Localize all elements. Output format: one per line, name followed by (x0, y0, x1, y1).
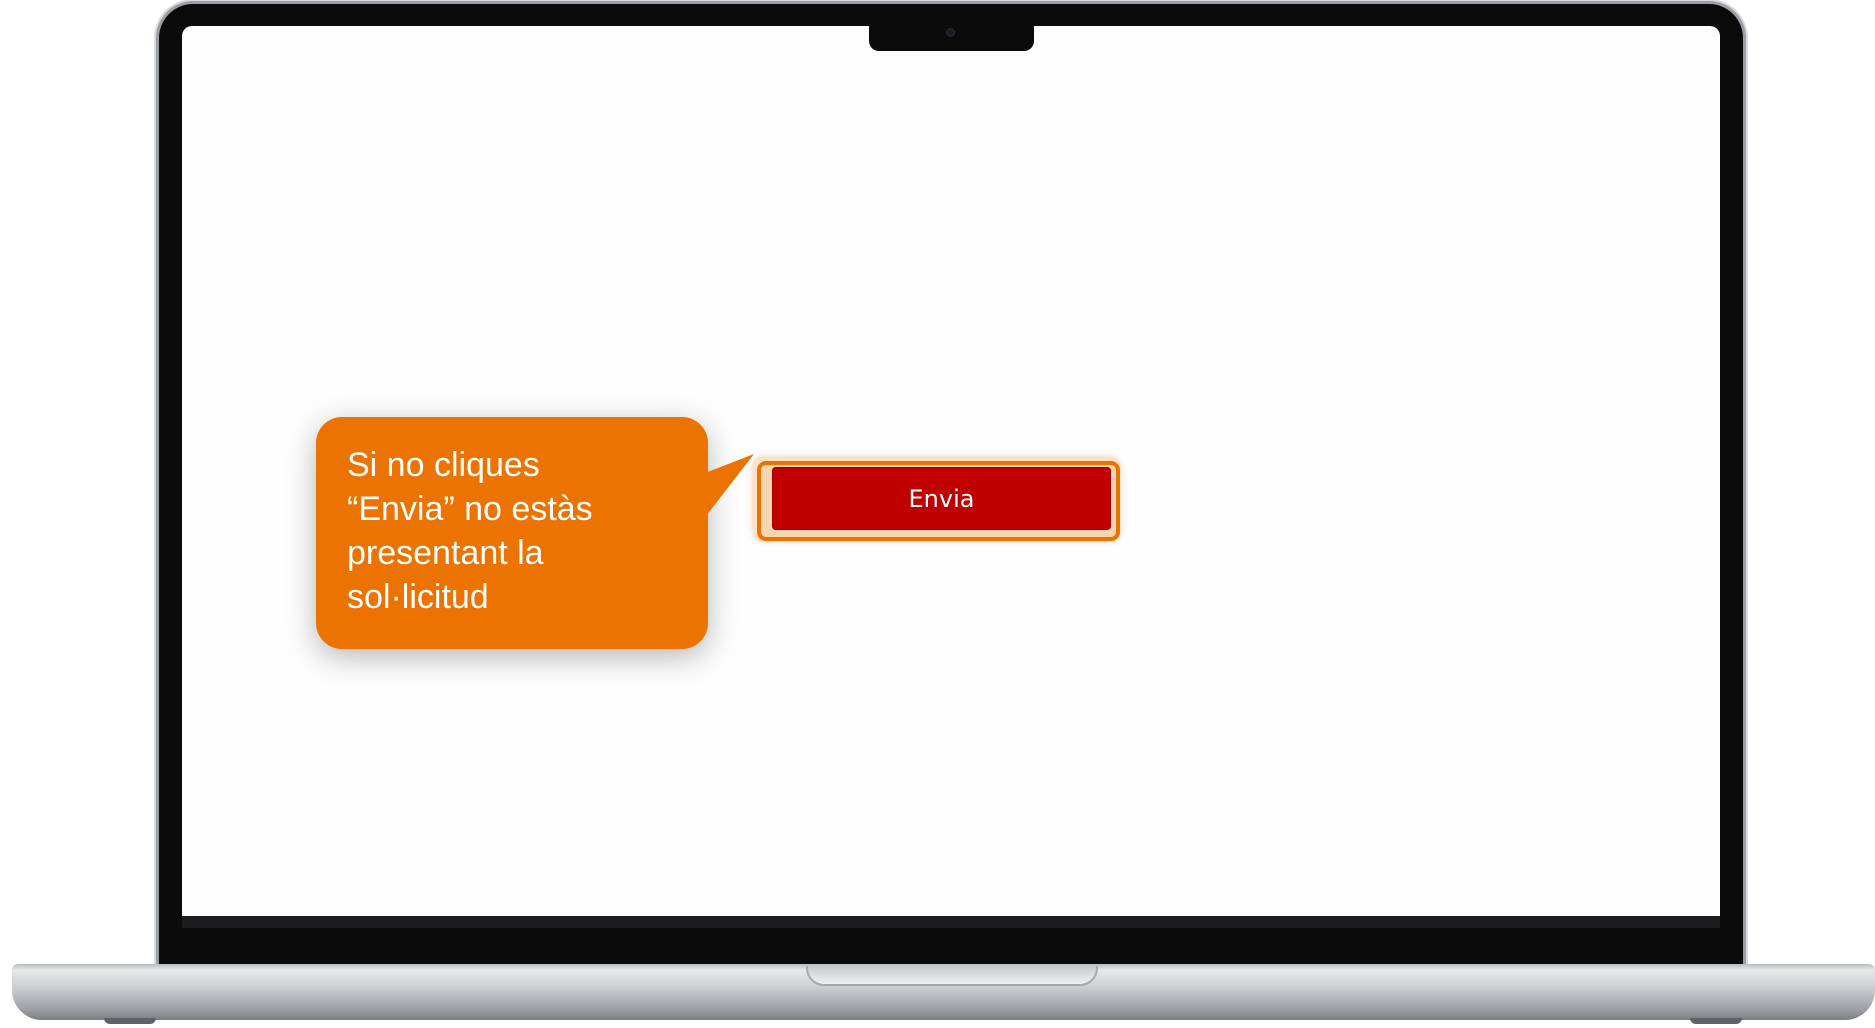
laptop-mockup: Si no cliques “Envia” no estàs presentan… (0, 0, 1875, 1028)
callout-line-3: presentant la (347, 534, 544, 572)
envia-submit-button[interactable]: Envia (772, 467, 1111, 530)
screen-chin (182, 916, 1720, 928)
trackpad-lip (806, 966, 1098, 986)
callout-line-1: Si no cliques (347, 446, 540, 484)
tooltip-callout-text: Si no cliques “Envia” no estàs presentan… (347, 443, 677, 619)
callout-line-4: sol·licitud (347, 578, 489, 616)
callout-line-2: “Envia” no estàs (347, 490, 593, 528)
camera-icon (946, 28, 955, 37)
laptop-foot-right (1690, 1018, 1742, 1024)
laptop-foot-left (104, 1018, 156, 1024)
